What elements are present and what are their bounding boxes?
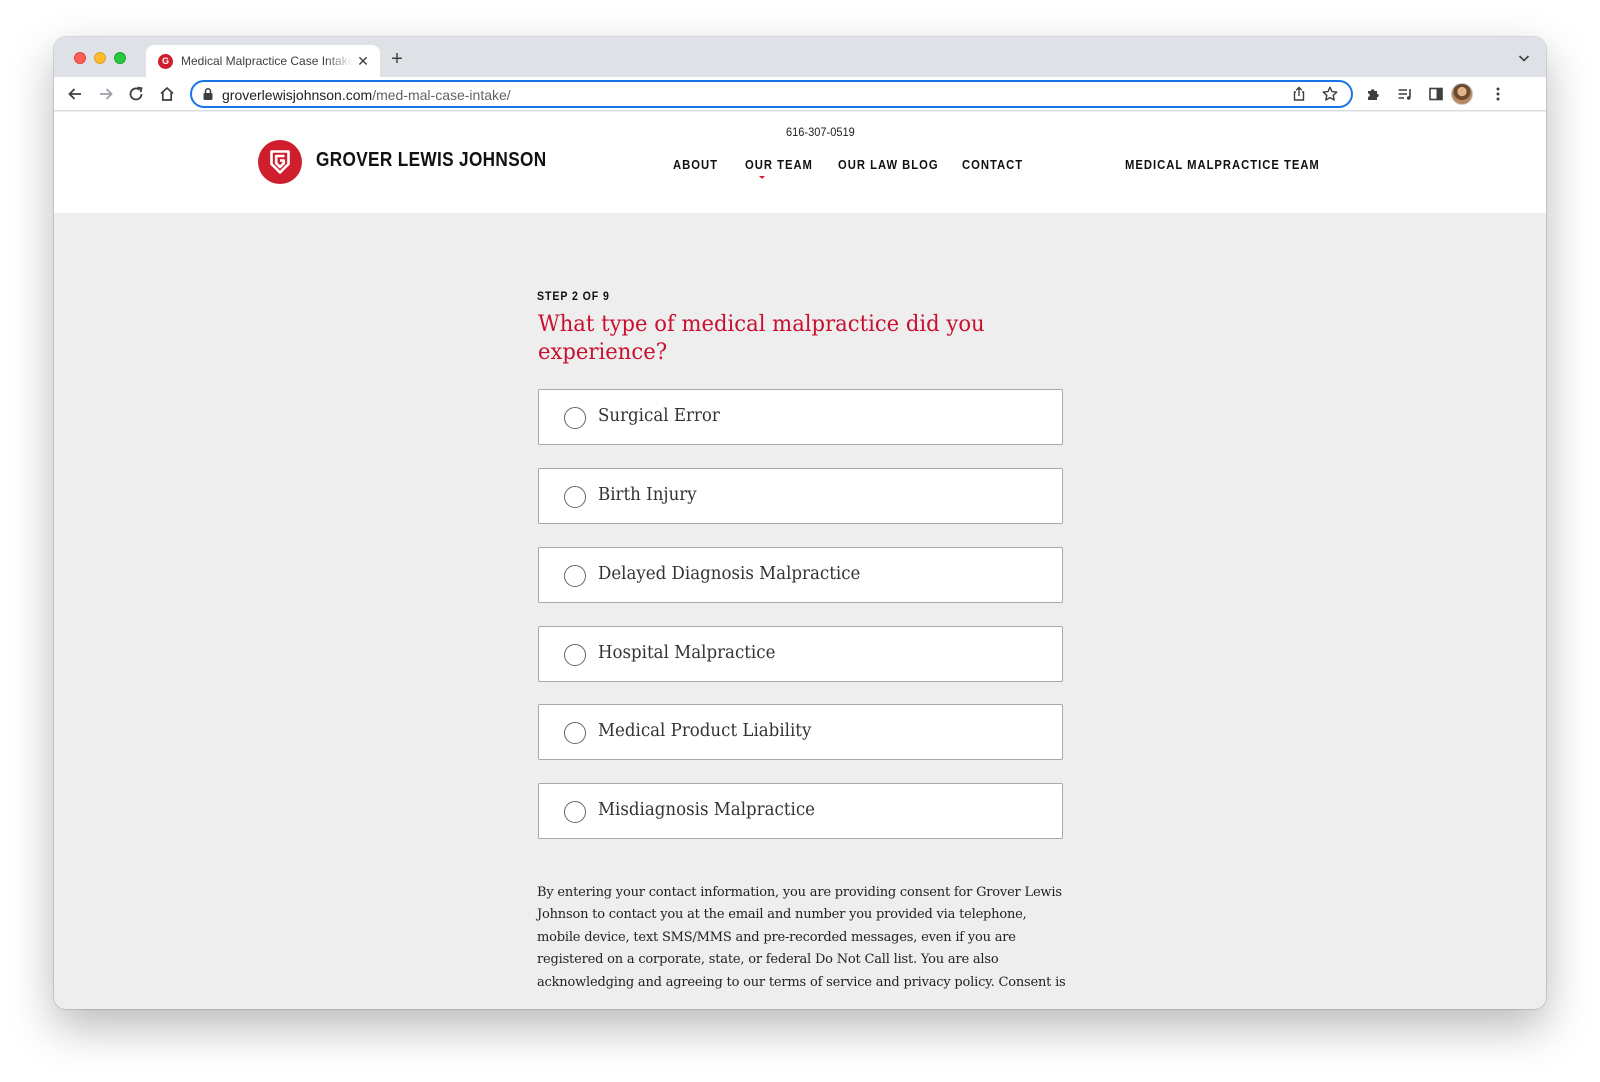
nav-medical-malpractice-team[interactable]: MEDICAL MALPRACTICE TEAM [1125, 158, 1320, 172]
brand-name[interactable]: GROVER LEWIS JOHNSON [316, 149, 547, 172]
site-favicon-icon: G [158, 54, 173, 69]
browser-window: G Medical Malpractice Case Intake - Grov… [54, 37, 1546, 1009]
browser-toolbar: groverlewisjohnson.com/med-mal-case-inta… [54, 77, 1546, 111]
radio-button[interactable] [564, 407, 586, 429]
option-label: Misdiagnosis Malpractice [598, 800, 815, 820]
option-delayed-diagnosis[interactable]: Delayed Diagnosis Malpractice [538, 547, 1063, 603]
option-label: Birth Injury [598, 485, 697, 505]
option-label: Medical Product Liability [598, 721, 812, 741]
tab-title: Medical Malpractice Case Intake - Grover… [181, 54, 353, 68]
nav-contact[interactable]: CONTACT [962, 158, 1023, 172]
option-birth-injury[interactable]: Birth Injury [538, 468, 1063, 524]
consent-text: By entering your contact information, yo… [537, 885, 1066, 990]
option-label: Delayed Diagnosis Malpractice [598, 564, 861, 584]
puzzle-icon[interactable] [1362, 82, 1386, 106]
lock-icon[interactable] [202, 87, 214, 101]
side-panel-icon[interactable] [1424, 82, 1448, 106]
url-path: /med-mal-case-intake/ [372, 87, 511, 103]
tab-close-icon[interactable]: ✕ [354, 52, 372, 70]
form-question: What type of medical malpractice did you… [538, 312, 985, 365]
option-label: Surgical Error [598, 406, 720, 426]
new-tab-icon[interactable]: + [386, 48, 408, 70]
maximize-window-button[interactable] [114, 52, 126, 64]
nav-our-team[interactable]: OUR TEAM [745, 158, 813, 172]
site-header: GROVER LEWIS JOHNSON 616-307-0519 ABOUT … [54, 112, 1546, 213]
brand-logo-icon[interactable] [258, 140, 302, 184]
close-window-button[interactable] [74, 52, 86, 64]
option-medical-product-liability[interactable]: Medical Product Liability [538, 704, 1063, 760]
address-bar[interactable]: groverlewisjohnson.com/med-mal-case-inta… [190, 80, 1353, 108]
option-surgical-error[interactable]: Surgical Error [538, 389, 1063, 445]
step-indicator: STEP 2 OF 9 [537, 291, 610, 303]
profile-avatar[interactable] [1451, 83, 1473, 105]
arrow-right-icon[interactable] [94, 82, 118, 106]
option-misdiagnosis[interactable]: Misdiagnosis Malpractice [538, 783, 1063, 839]
radio-button[interactable] [564, 486, 586, 508]
url-host: groverlewisjohnson.com [222, 87, 373, 103]
radio-button[interactable] [564, 722, 586, 744]
nav-dropdown-caret-icon [759, 176, 765, 179]
phone-link[interactable]: 616-307-0519 [786, 125, 855, 139]
arrow-left-icon[interactable] [63, 82, 87, 106]
nav-law-blog[interactable]: OUR LAW BLOG [838, 158, 939, 172]
kebab-menu-icon[interactable] [1486, 82, 1510, 106]
share-icon[interactable] [1290, 85, 1308, 103]
option-hospital-malpractice[interactable]: Hospital Malpractice [538, 626, 1063, 682]
tab-strip: G Medical Malpractice Case Intake - Grov… [54, 37, 1546, 77]
radio-button[interactable] [564, 565, 586, 587]
url-text: groverlewisjohnson.com/med-mal-case-inta… [222, 87, 511, 103]
reading-list-icon[interactable] [1393, 82, 1417, 106]
option-label: Hospital Malpractice [598, 643, 776, 663]
radio-button[interactable] [564, 801, 586, 823]
star-icon[interactable] [1321, 85, 1339, 103]
chevron-down-icon[interactable] [1516, 50, 1532, 66]
nav-about[interactable]: ABOUT [673, 158, 718, 172]
reload-icon[interactable] [124, 82, 148, 106]
minimize-window-button[interactable] [94, 52, 106, 64]
home-icon[interactable] [155, 82, 179, 106]
radio-button[interactable] [564, 644, 586, 666]
intake-form: STEP 2 OF 9 What type of medical malprac… [54, 213, 1546, 1009]
browser-tab-active[interactable]: G Medical Malpractice Case Intake - Grov… [146, 45, 380, 77]
